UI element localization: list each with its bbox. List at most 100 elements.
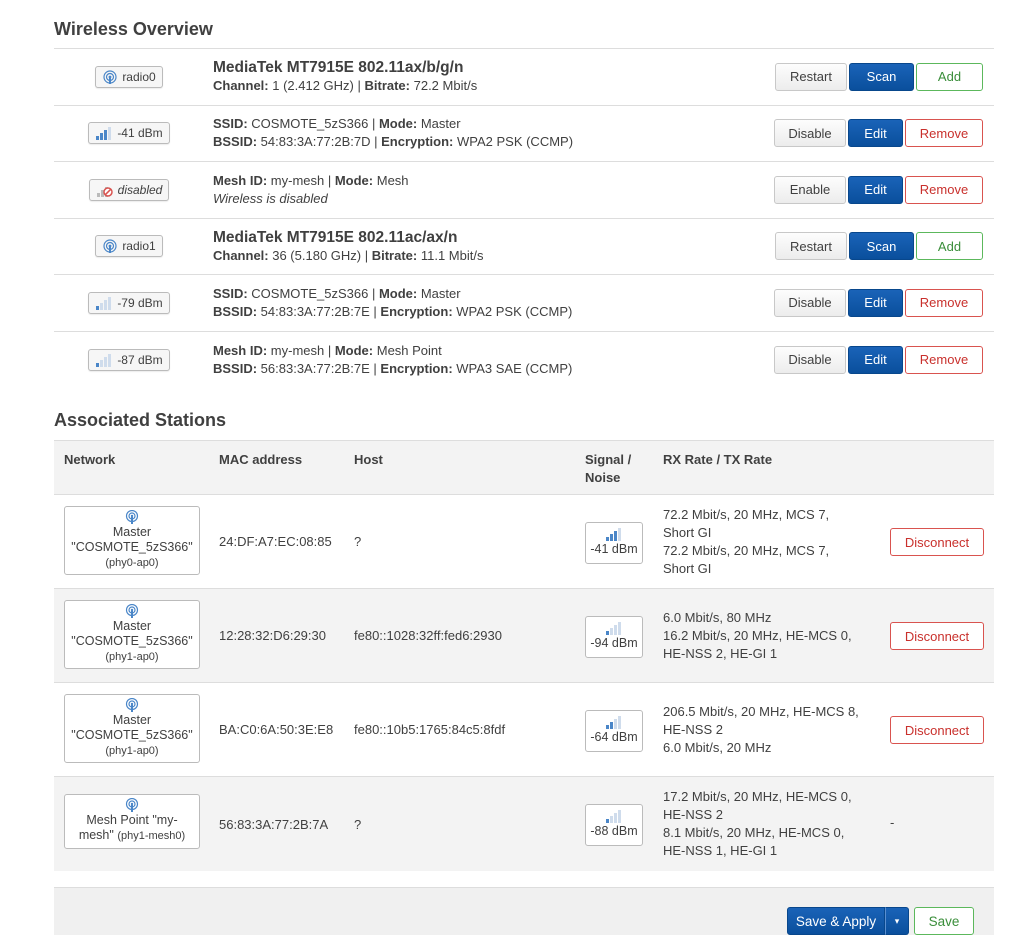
signal-badge: -87 dBm	[88, 348, 170, 371]
remove-button[interactable]: Remove	[905, 345, 983, 374]
signal-strength-icon	[606, 622, 621, 635]
badge-label: -87 dBm	[117, 352, 163, 367]
signal-badge: -94 dBm	[585, 616, 643, 658]
network-badge: Mesh Point "my-mesh" (phy1-mesh0)	[64, 794, 200, 849]
mac-address: 24:DF:A7:EC:08:85	[219, 534, 332, 549]
rx-tx-rates: 17.2 Mbit/s, 20 MHz, HE-MCS 0, HE-NSS 2 8.…	[663, 789, 852, 858]
disabled-note: Wireless is disabled	[213, 190, 328, 206]
table-row: Mesh Point "my-mesh" (phy1-mesh0) 56:83:…	[54, 777, 994, 871]
associated-stations-title: Associated Stations	[54, 410, 227, 430]
radio-badge: radio1	[95, 235, 163, 258]
disconnect-button[interactable]: Disconnect	[890, 622, 984, 650]
signal-strength-icon	[96, 127, 112, 141]
mesh-id-line: Mesh ID: my-mesh | Mode: Mesh	[213, 172, 409, 188]
signal-badge: -41 dBm	[88, 122, 170, 145]
wireless-overview-title: Wireless Overview	[54, 19, 213, 39]
device-details: Channel: 36 (5.180 GHz) | Bitrate: 11.1 …	[213, 247, 484, 263]
signal-strength-icon	[606, 810, 621, 823]
edit-button[interactable]: Edit	[848, 345, 903, 374]
host: fe80::1028:32ff:fed6:2930	[354, 628, 502, 643]
wireless-icon	[103, 239, 117, 254]
scan-button[interactable]: Scan	[849, 232, 914, 261]
radio-badge: radio0	[95, 65, 163, 88]
signal-badge: -79 dBm	[88, 291, 170, 314]
save-button[interactable]: Save	[914, 907, 974, 935]
rx-tx-rates: 6.0 Mbit/s, 80 MHz 16.2 Mbit/s, 20 MHz, H…	[663, 609, 852, 661]
save-apply-button[interactable]: Save & Apply	[787, 907, 885, 935]
remove-button[interactable]: Remove	[905, 288, 983, 317]
wireless-icon	[125, 798, 139, 812]
signal-strength-icon	[96, 296, 112, 310]
footer-actions: Save & Apply ▾ Save	[54, 887, 994, 935]
network-badge: Master "COSMOTE_5zS366" (phy1-ap0)	[64, 694, 200, 763]
signal-strength-icon	[606, 716, 621, 729]
save-apply-group: Save & Apply ▾	[787, 907, 909, 935]
disconnect-button[interactable]: Disconnect	[890, 716, 984, 744]
network-badge: Master "COSMOTE_5zS366" (phy1-ap0)	[64, 600, 200, 669]
col-signal: Signal / Noise	[585, 452, 632, 485]
host: ?	[354, 816, 362, 832]
disable-button[interactable]: Disable	[774, 288, 846, 317]
no-action: -	[890, 815, 895, 830]
col-mac: MAC address	[219, 452, 303, 467]
signal-strength-icon	[606, 528, 621, 541]
badge-label: radio0	[122, 69, 156, 84]
device-row-radio0: radio0 MediaTek MT7915E 802.11ax/b/g/n C…	[54, 49, 994, 106]
network-row-ap1: -79 dBm SSID: COSMOTE_5zS366 | Mode: Mas…	[54, 275, 994, 332]
rx-tx-rates: 72.2 Mbit/s, 20 MHz, MCS 7, Short GI 72.2 …	[663, 506, 830, 576]
enable-button[interactable]: Enable	[774, 175, 846, 204]
col-rates: RX Rate / TX Rate	[663, 452, 773, 467]
network-ssid-line: SSID: COSMOTE_5zS366 | Mode: Master	[213, 285, 461, 301]
badge-label: -79 dBm	[117, 295, 163, 310]
host: ?	[354, 534, 362, 549]
badge-label: disabled	[117, 182, 163, 197]
network-row-mesh: -87 dBm Mesh ID: my-mesh | Mode: Mesh Po…	[54, 332, 994, 389]
table-row: Master "COSMOTE_5zS366" (phy1-ap0) BA:C0:6…	[54, 683, 994, 777]
rx-tx-rates: 206.5 Mbit/s, 20 MHz, HE-MCS 8, HE-NSS 26…	[663, 703, 859, 755]
add-button[interactable]: Add	[916, 62, 983, 91]
edit-button[interactable]: Edit	[848, 288, 903, 317]
network-row-ap0: -41 dBm SSID: COSMOTE_5zS366 | Mode: Mas…	[54, 106, 994, 162]
disabled-badge: disabled	[88, 178, 170, 201]
network-ssid-line: SSID: COSMOTE_5zS366 | Mode: Master	[213, 116, 461, 132]
device-title: MediaTek MT7915E 802.11ac/ax/n	[213, 228, 458, 246]
signal-badge: -41 dBm	[585, 522, 643, 564]
mac-address: BA:C0:6A:50:3E:E8	[219, 722, 334, 737]
host: fe80::10b5:1765:84c5:8fdf	[354, 722, 506, 737]
mac-address: 56:83:3A:77:2B:7A	[219, 816, 329, 832]
edit-button[interactable]: Edit	[848, 119, 903, 148]
network-badge: Master "COSMOTE_5zS366" (phy0-ap0)	[64, 506, 200, 575]
network-bssid-line: BSSID: 54:83:3A:77:2B:7E | Encryption: W…	[213, 303, 573, 319]
add-button[interactable]: Add	[916, 232, 983, 261]
restart-button[interactable]: Restart	[775, 62, 847, 91]
badge-label: radio1	[122, 239, 156, 254]
table-header: Network MAC address Host Signal / Noise R…	[54, 440, 994, 495]
disabled-signal-icon	[96, 186, 113, 197]
wireless-icon	[125, 510, 139, 524]
restart-button[interactable]: Restart	[775, 232, 847, 261]
remove-button[interactable]: Remove	[905, 119, 983, 148]
device-row-radio1: radio1 MediaTek MT7915E 802.11ac/ax/n Ch…	[54, 219, 994, 275]
associated-stations-table: Network MAC address Host Signal / Noise R…	[54, 440, 994, 871]
edit-button[interactable]: Edit	[848, 175, 903, 204]
mesh-id-line: Mesh ID: my-mesh | Mode: Mesh Point	[213, 342, 442, 358]
table-row: Master "COSMOTE_5zS366" (phy0-ap0) 24:DF:A…	[54, 495, 994, 589]
scan-button[interactable]: Scan	[849, 62, 914, 91]
signal-strength-icon	[96, 353, 112, 367]
network-row-mesh-disabled: disabled Mesh ID: my-mesh | Mode: Mesh W…	[54, 162, 994, 219]
device-details: Channel: 1 (2.412 GHz) | Bitrate: 72.2 M…	[213, 78, 478, 94]
table-row: Master "COSMOTE_5zS366" (phy1-ap0) 12:28:3…	[54, 589, 994, 683]
wireless-icon	[125, 604, 139, 618]
wireless-icon	[103, 70, 117, 84]
badge-label: -41 dBm	[117, 126, 163, 141]
disable-button[interactable]: Disable	[774, 119, 846, 148]
network-bssid-line: BSSID: 54:83:3A:77:2B:7D | Encryption: W…	[213, 134, 574, 150]
network-bssid-line: BSSID: 56:83:3A:77:2B:7E | Encryption: W…	[213, 360, 573, 376]
save-apply-dropdown-button[interactable]: ▾	[885, 907, 909, 935]
disconnect-button[interactable]: Disconnect	[890, 528, 984, 556]
remove-button[interactable]: Remove	[905, 175, 983, 204]
device-title: MediaTek MT7915E 802.11ax/b/g/n	[213, 59, 464, 77]
mac-address: 12:28:32:D6:29:30	[219, 628, 326, 643]
col-host: Host	[354, 452, 383, 467]
disable-button[interactable]: Disable	[774, 345, 846, 374]
